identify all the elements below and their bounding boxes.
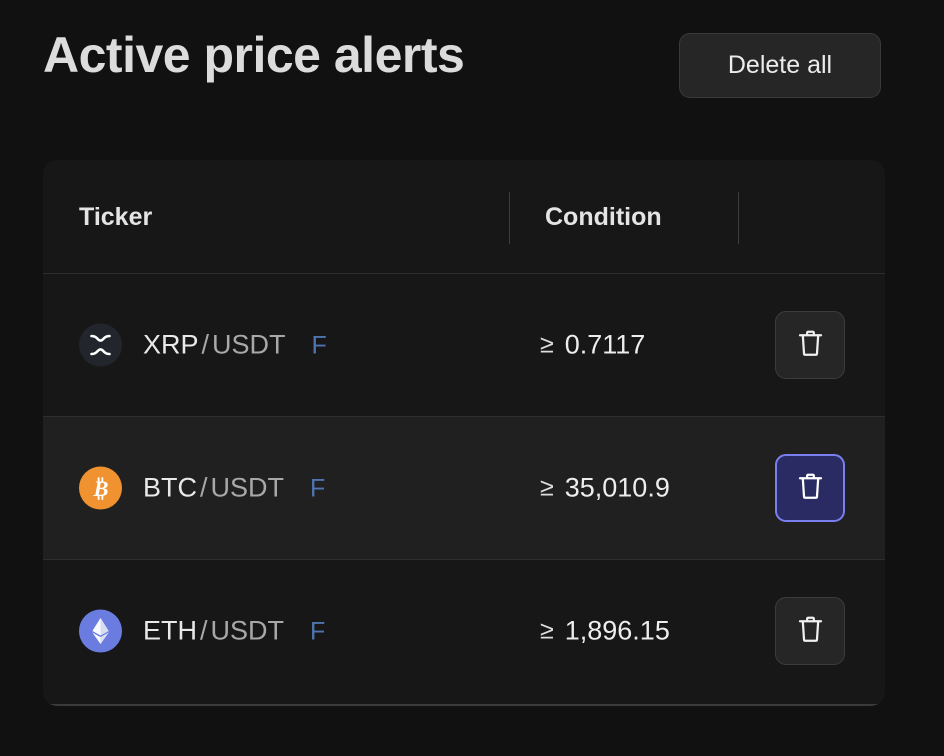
condition-value: 35,010.9 [564, 472, 670, 503]
page-title: Active price alerts [43, 27, 465, 83]
xrp-coin-icon [79, 323, 122, 367]
condition-value: 0.7117 [564, 329, 646, 360]
condition-cell: ≥ 35,010.9 [540, 473, 670, 504]
table-row[interactable]: XRP / USDT F ≥ 0.7117 [43, 274, 885, 416]
ticker-quote: USDT [210, 615, 285, 646]
delete-alert-button[interactable] [775, 597, 845, 665]
ticker-cell: XRP / USDT F [79, 323, 327, 367]
svg-text:B: B [92, 476, 108, 501]
delete-all-button[interactable]: Delete all [679, 33, 881, 98]
trash-icon [797, 329, 824, 361]
condition-operator: ≥ [540, 473, 554, 502]
ticker-base: BTC [143, 472, 197, 503]
ticker-separator: / [200, 615, 208, 646]
ticker-quote: USDT [210, 472, 285, 503]
condition-operator: ≥ [540, 616, 554, 645]
delete-alert-button[interactable] [775, 311, 845, 379]
ticker-base: XRP [143, 329, 199, 360]
ticker-cell: ETH / USDT F [79, 609, 326, 653]
condition-cell: ≥ 0.7117 [540, 330, 645, 361]
card-bottom-divider [43, 704, 885, 706]
ticker-quote: USDT [212, 329, 286, 360]
active-price-alerts-card: Ticker Condition XRP / USDT F ≥ 0.7117 B… [43, 160, 885, 706]
column-header-ticker: Ticker [79, 203, 153, 231]
eth-coin-icon [79, 609, 122, 653]
trash-icon [797, 615, 824, 647]
table-row[interactable]: ETH / USDT F ≥ 1,896.15 [43, 560, 885, 702]
btc-coin-icon: B [79, 466, 122, 510]
ticker-cell: B BTC / USDT F [79, 466, 326, 510]
condition-operator: ≥ [540, 330, 554, 359]
trash-icon [797, 472, 824, 504]
delete-alert-button[interactable] [775, 454, 845, 522]
column-divider-1 [509, 192, 510, 244]
table-row[interactable]: B BTC / USDT F ≥ 35,010.9 [43, 417, 885, 559]
condition-value: 1,896.15 [564, 615, 670, 646]
ticker-pair: XRP / USDT F [143, 329, 327, 360]
market-flag: F [310, 474, 326, 503]
column-divider-2 [738, 192, 739, 244]
page-header: Active price alerts Delete all [0, 0, 944, 140]
ticker-pair: ETH / USDT F [143, 615, 326, 646]
condition-cell: ≥ 1,896.15 [540, 616, 670, 647]
column-header-condition: Condition [545, 203, 662, 231]
table-header: Ticker Condition [43, 160, 885, 273]
market-flag: F [310, 617, 326, 646]
ticker-base: ETH [143, 615, 197, 646]
ticker-pair: BTC / USDT F [143, 472, 326, 503]
ticker-separator: / [201, 329, 210, 360]
market-flag: F [311, 331, 327, 360]
ticker-separator: / [200, 472, 208, 503]
